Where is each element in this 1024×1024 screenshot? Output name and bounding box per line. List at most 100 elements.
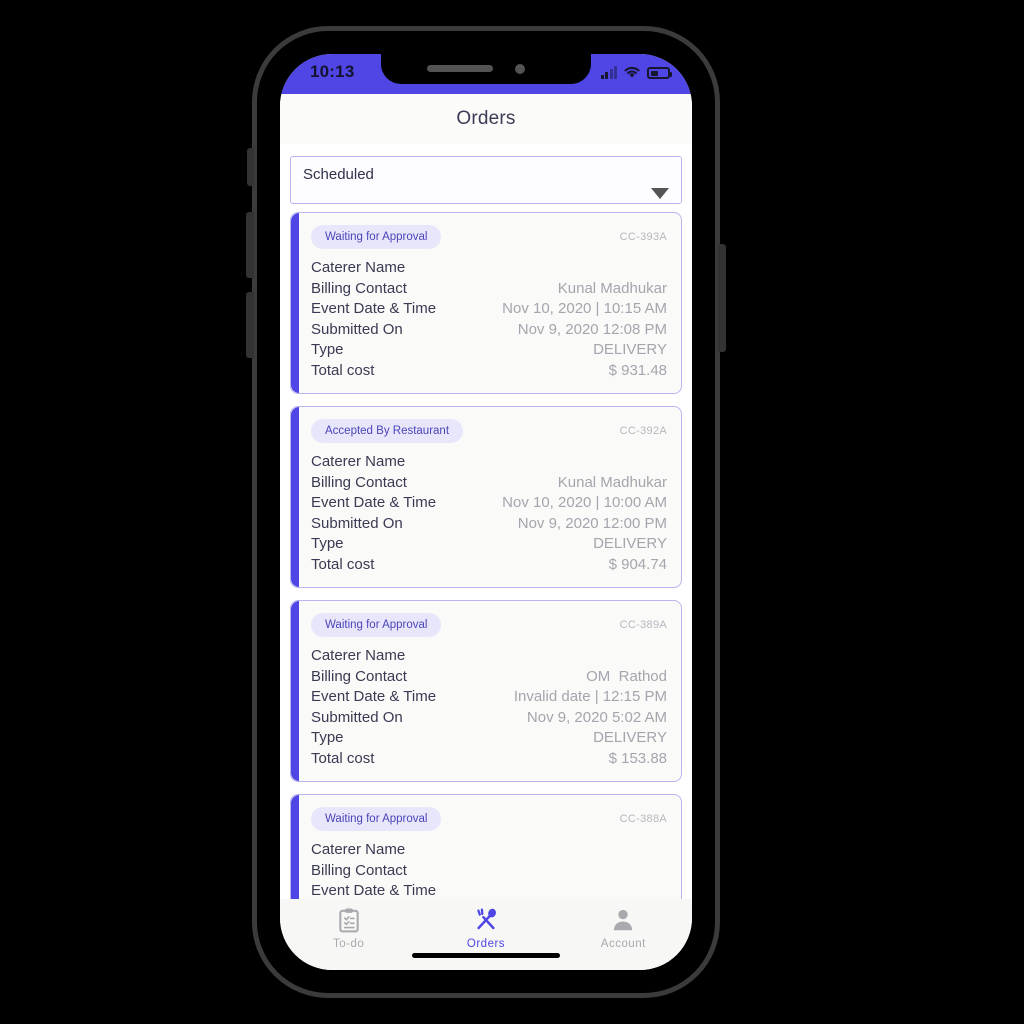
screenshot-root: 10:13 Orders Scheduled Waiting for Appro… [0,0,1024,1024]
row-label: Billing Contact [311,667,407,685]
app-header: Orders [280,94,692,144]
order-row-caterer: Caterer Name [311,646,667,667]
page-title: Orders [456,108,516,129]
notch [381,54,591,84]
order-card-header: Waiting for Approval CC-388A [311,807,667,831]
row-value: Invalid date | 12:15 PM [513,688,667,705]
tab-orders[interactable]: Orders [417,907,554,950]
row-value: Nov 9, 2020 12:08 PM [517,320,667,338]
order-row-submitted: Submitted On Nov 9, 2020 12:00 PM [311,514,667,535]
order-card[interactable]: Waiting for Approval CC-393A Caterer Nam… [290,212,682,394]
order-card-header: Accepted By Restaurant CC-392A [311,419,667,443]
schedule-filter-value: Scheduled [303,166,374,183]
row-label: Total cost [311,361,375,379]
tab-account[interactable]: Account [555,907,692,950]
order-id: CC-389A [619,619,667,631]
order-card-accent [291,213,299,393]
row-label: Type [311,341,344,358]
row-label: Total cost [311,555,375,573]
order-row-event: Event Date & Time Nov 10, 2020 | 10:15 A… [311,299,667,320]
order-row-billing: Billing Contact Kunal Madhukar [311,279,667,300]
order-id: CC-392A [619,425,667,437]
order-row-event: Event Date & Time Invalid date | 12:15 P… [311,687,667,708]
order-card-accent [291,795,299,899]
order-card-accent [291,601,299,781]
tab-label: Orders [466,938,506,950]
order-row-event: Event Date & Time [311,881,667,899]
row-value: $ 153.88 [608,749,667,767]
row-value: Nov 10, 2020 | 10:00 AM [502,494,667,511]
row-label: Event Date & Time [311,882,437,899]
home-indicator [412,953,560,958]
order-id: CC-388A [619,813,667,825]
status-badge: Waiting for Approval [311,613,442,637]
order-row-billing: Billing Contact [311,861,667,882]
volume-down-button[interactable] [246,292,254,358]
row-value: $ 904.74 [608,555,667,573]
row-label: Billing Contact [311,279,407,297]
person-icon [614,909,633,931]
status-badge: Waiting for Approval [311,807,442,831]
order-row-caterer: Caterer Name [311,452,667,473]
order-row-submitted: Submitted On Nov 9, 2020 12:08 PM [311,320,667,341]
row-label: Submitted On [311,320,403,338]
row-label: Submitted On [311,514,403,532]
order-row-event: Event Date & Time Nov 10, 2020 | 10:00 A… [311,493,667,514]
row-label: Event Date & Time [311,688,437,705]
row-label: Type [311,729,344,746]
tab-todo[interactable]: To-do [280,907,417,950]
order-row-total: Total cost $ 904.74 [311,555,667,576]
row-label: Type [311,535,344,552]
order-row-total: Total cost $ 153.88 [311,749,667,770]
row-value: DELIVERY [593,729,667,746]
row-value: Kunal Madhukar [557,279,667,297]
schedule-filter-dropdown[interactable]: Scheduled [290,156,682,204]
row-value: Nov 9, 2020 5:02 AM [526,708,667,726]
order-row-caterer: Caterer Name [311,258,667,279]
row-label: Caterer Name [311,259,406,276]
order-id: CC-393A [619,231,667,243]
order-row-billing: Billing Contact Kunal Madhukar [311,473,667,494]
power-button[interactable] [718,244,726,352]
row-label: Caterer Name [311,647,406,664]
order-row-submitted: Submitted On Nov 9, 2020 5:02 AM [311,708,667,729]
order-row-type: Type DELIVERY [311,728,667,749]
row-value: DELIVERY [593,535,667,552]
row-label: Caterer Name [311,453,406,470]
row-value: $ 931.48 [608,361,667,379]
order-row-type: Type DELIVERY [311,534,667,555]
front-camera [515,64,525,74]
clipboard-icon [338,908,359,933]
tab-label: Account [600,938,646,950]
order-card[interactable]: Accepted By Restaurant CC-392A Caterer N… [290,406,682,588]
row-label: Billing Contact [311,473,407,491]
status-badge: Waiting for Approval [311,225,442,249]
order-row-caterer: Caterer Name [311,840,667,861]
volume-up-button[interactable] [246,212,254,278]
row-value: Nov 9, 2020 12:00 PM [517,514,667,532]
order-row-billing: Billing Contact OM Rathod [311,667,667,688]
row-value: Kunal Madhukar [557,473,667,491]
row-label: Billing Contact [311,861,407,879]
status-bar-time: 10:13 [310,62,355,81]
row-label: Submitted On [311,708,403,726]
row-label: Event Date & Time [311,494,437,511]
order-row-total: Total cost $ 931.48 [311,361,667,382]
order-card[interactable]: Waiting for Approval CC-389A Caterer Nam… [290,600,682,782]
order-card-accent [291,407,299,587]
row-value: OM Rathod [586,667,667,685]
order-row-type: Type DELIVERY [311,340,667,361]
fork-spoon-icon [477,908,496,930]
order-card[interactable]: Waiting for Approval CC-388A Caterer Nam… [290,794,682,899]
row-value: Nov 10, 2020 | 10:15 AM [502,300,667,317]
status-badge: Accepted By Restaurant [311,419,464,443]
orders-scroll-area[interactable]: Scheduled Waiting for Approval CC-393A C… [280,144,692,899]
row-label: Total cost [311,749,375,767]
order-card-header: Waiting for Approval CC-393A [311,225,667,249]
tab-label: To-do [333,938,365,950]
phone-screen: 10:13 Orders Scheduled Waiting for Appro… [280,54,692,970]
silent-switch-button[interactable] [247,148,254,186]
wifi-icon [624,66,640,78]
row-value: DELIVERY [593,341,667,358]
chevron-down-icon[interactable] [651,188,669,199]
